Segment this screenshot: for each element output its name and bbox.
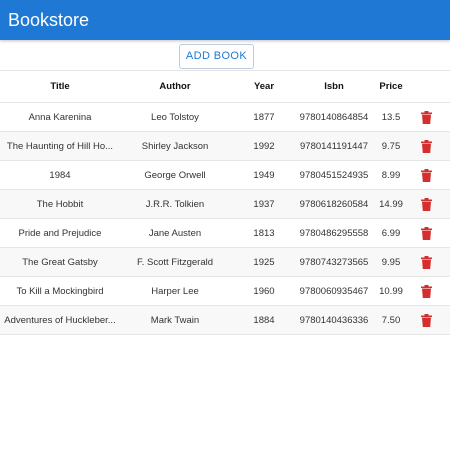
cell-title: The Great Gatsby bbox=[22, 256, 98, 268]
books-table: Title Author Year Isbn Price Anna Kareni… bbox=[0, 70, 450, 335]
table-header-row: Title Author Year Isbn Price bbox=[0, 70, 450, 103]
cell-isbn: 9780451524935 bbox=[299, 169, 369, 181]
cell-price: 13.5 bbox=[381, 111, 401, 123]
cell-year: 1813 bbox=[253, 227, 275, 239]
cell-year: 1877 bbox=[253, 111, 275, 123]
app-title: Bookstore bbox=[8, 10, 90, 30]
cell-price: 14.99 bbox=[379, 198, 403, 210]
cell-author: Mark Twain bbox=[150, 314, 200, 326]
cell-title: 1984 bbox=[49, 169, 71, 181]
cell-author: J.R.R. Tolkien bbox=[145, 198, 205, 210]
table-row[interactable]: Adventures of Huckleber... Mark Twain 18… bbox=[0, 306, 450, 335]
cell-isbn: 9780140436336 bbox=[299, 314, 369, 326]
cell-title: Adventures of Huckleber... bbox=[4, 314, 116, 326]
column-header-author[interactable]: Author bbox=[130, 71, 220, 102]
table-row[interactable]: The Hobbit J.R.R. Tolkien 1937 978061826… bbox=[0, 190, 450, 219]
cell-title: To Kill a Mockingbird bbox=[16, 285, 104, 297]
cell-isbn: 9780140864854 bbox=[299, 111, 369, 123]
cell-author: Leo Tolstoy bbox=[151, 111, 199, 123]
cell-title: Pride and Prejudice bbox=[18, 227, 102, 239]
cell-author: F. Scott Fitzgerald bbox=[136, 256, 214, 268]
trash-icon[interactable] bbox=[420, 226, 432, 240]
column-header-price[interactable]: Price bbox=[374, 71, 408, 102]
table-row[interactable]: Pride and Prejudice Jane Austen 1813 978… bbox=[0, 219, 450, 248]
column-header-title[interactable]: Title bbox=[0, 71, 120, 102]
delete-button[interactable] bbox=[414, 103, 438, 131]
cell-price: 10.99 bbox=[379, 285, 403, 297]
cell-price: 8.99 bbox=[381, 169, 401, 181]
delete-button[interactable] bbox=[414, 219, 438, 247]
cell-author: Jane Austen bbox=[148, 227, 202, 239]
cell-title: The Hobbit bbox=[36, 198, 84, 210]
cell-title: Anna Karenina bbox=[28, 111, 92, 123]
delete-button[interactable] bbox=[414, 248, 438, 276]
cell-isbn: 9780060935467 bbox=[299, 285, 369, 297]
add-book-button[interactable]: ADD BOOK bbox=[179, 44, 254, 69]
app-bar: Bookstore bbox=[0, 0, 450, 40]
cell-year: 1884 bbox=[253, 314, 275, 326]
cell-price: 9.95 bbox=[381, 256, 401, 268]
table-row[interactable]: To Kill a Mockingbird Harper Lee 1960 97… bbox=[0, 277, 450, 306]
trash-icon[interactable] bbox=[420, 197, 432, 211]
column-header-isbn[interactable]: Isbn bbox=[298, 71, 370, 102]
delete-button[interactable] bbox=[414, 132, 438, 160]
table-row[interactable]: Anna Karenina Leo Tolstoy 1877 978014086… bbox=[0, 103, 450, 132]
trash-icon[interactable] bbox=[420, 139, 432, 153]
trash-icon[interactable] bbox=[420, 110, 432, 124]
cell-year: 1960 bbox=[253, 285, 275, 297]
cell-author: George Orwell bbox=[144, 169, 206, 181]
cell-year: 1949 bbox=[253, 169, 275, 181]
table-row[interactable]: The Great Gatsby F. Scott Fitzgerald 192… bbox=[0, 248, 450, 277]
delete-button[interactable] bbox=[414, 306, 438, 334]
trash-icon[interactable] bbox=[420, 168, 432, 182]
cell-author: Harper Lee bbox=[151, 285, 199, 297]
trash-icon[interactable] bbox=[420, 313, 432, 327]
delete-button[interactable] bbox=[414, 190, 438, 218]
cell-isbn: 9780743273565 bbox=[299, 256, 369, 268]
cell-year: 1925 bbox=[253, 256, 275, 268]
trash-icon[interactable] bbox=[420, 284, 432, 298]
table-row[interactable]: The Haunting of Hill Ho... Shirley Jacks… bbox=[0, 132, 450, 161]
delete-button[interactable] bbox=[414, 161, 438, 189]
cell-price: 9.75 bbox=[381, 140, 401, 152]
cell-year: 1992 bbox=[253, 140, 275, 152]
cell-author: Shirley Jackson bbox=[141, 140, 209, 152]
cell-year: 1937 bbox=[253, 198, 275, 210]
cell-isbn: 9780618260584 bbox=[299, 198, 369, 210]
cell-price: 7.50 bbox=[381, 314, 401, 326]
column-header-year[interactable]: Year bbox=[248, 71, 280, 102]
cell-price: 6.99 bbox=[381, 227, 401, 239]
delete-button[interactable] bbox=[414, 277, 438, 305]
table-row[interactable]: 1984 George Orwell 1949 9780451524935 8.… bbox=[0, 161, 450, 190]
cell-title: The Haunting of Hill Ho... bbox=[6, 140, 114, 152]
cell-isbn: 9780486295558 bbox=[299, 227, 369, 239]
cell-isbn: 9780141191447 bbox=[300, 140, 368, 152]
trash-icon[interactable] bbox=[420, 255, 432, 269]
